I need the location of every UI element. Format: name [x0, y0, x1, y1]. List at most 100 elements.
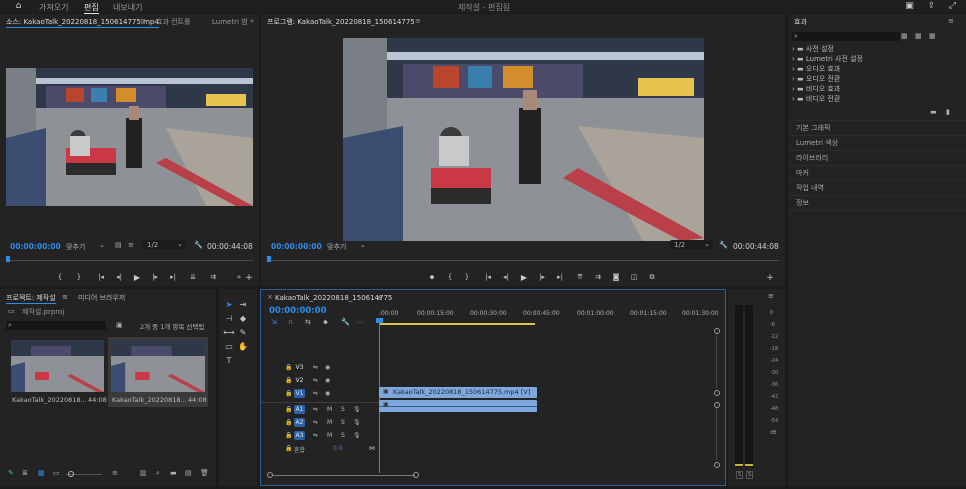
bin-thumbnail[interactable]	[111, 340, 205, 392]
timeline-close-icon[interactable]: ×	[267, 293, 273, 301]
lock-icon[interactable]: 🔒	[285, 432, 292, 439]
program-scrubber[interactable]	[269, 260, 779, 261]
timeline-playhead-head[interactable]	[376, 318, 383, 323]
program-tab-menu-icon[interactable]: ≡	[415, 17, 421, 25]
tab-lumetri-scopes[interactable]: Lumetri 범	[212, 17, 248, 27]
source-go-in-icon[interactable]: |◂	[96, 273, 106, 281]
timeline-tab-menu-icon[interactable]: ≡	[377, 294, 383, 302]
program-wrench-icon[interactable]: 🔧	[719, 241, 728, 249]
source-insert-icon[interactable]: ⇊	[188, 273, 198, 281]
track-label-a2[interactable]: A2	[294, 418, 305, 427]
nav-edit[interactable]: 편집	[84, 2, 99, 14]
lock-icon[interactable]: 🔒	[285, 364, 292, 371]
side-panel-lumetri-color[interactable]: Lumetri 색상	[788, 136, 966, 151]
source-timecode-in[interactable]: 00:00:00:00	[10, 242, 61, 251]
project-new-item-icon[interactable]: ▤	[185, 469, 192, 477]
source-more-icon[interactable]: »	[234, 273, 244, 281]
slip-tool-icon[interactable]: ⟷	[223, 327, 235, 339]
effects-accelerated-icon[interactable]: ▦	[901, 32, 908, 40]
side-panel-libraries[interactable]: 라이브러리	[788, 151, 966, 166]
project-automate-icon[interactable]: ▥	[140, 469, 147, 477]
sync-icon[interactable]: ⇋	[313, 377, 318, 384]
project-search-input[interactable]: ⌕	[6, 321, 106, 330]
project-icon-view-icon[interactable]: ▦	[38, 469, 45, 477]
nest-icon[interactable]: ⇲	[271, 318, 277, 326]
track-select-tool-icon[interactable]: ⇥	[237, 299, 249, 311]
source-fit-select[interactable]: 맞추기	[66, 242, 85, 252]
linked-selection-icon[interactable]: ⇆	[305, 318, 311, 326]
ripple-edit-tool-icon[interactable]: ⊣	[223, 313, 235, 325]
project-bin-icon[interactable]: ▣	[116, 321, 123, 329]
eye-icon[interactable]: ◉	[325, 377, 330, 384]
project-new-bin-icon[interactable]: ▬	[170, 469, 177, 477]
v-scroll-track[interactable]	[716, 408, 717, 462]
program-mark-in-icon[interactable]: {	[445, 273, 455, 281]
sync-icon[interactable]: ⇋	[313, 364, 318, 371]
timeline-settings-icon[interactable]: 🔧	[341, 318, 350, 326]
track-label-v1[interactable]: V1	[294, 389, 305, 398]
meter-solo-right[interactable]: S	[746, 471, 754, 479]
effects-item[interactable]: › ▬ 오디오 효과	[792, 64, 962, 74]
source-go-out-icon[interactable]: ▸|	[168, 273, 178, 281]
solo-icon[interactable]: S	[341, 432, 345, 439]
audio-clip[interactable]: ▣	[379, 400, 537, 412]
project-find-icon[interactable]: ⌕	[156, 469, 160, 478]
program-go-out-icon[interactable]: ▸|	[555, 273, 565, 281]
mute-icon[interactable]: M	[327, 432, 332, 439]
tab-overflow-icon[interactable]: »	[250, 17, 254, 25]
program-step-back-icon[interactable]: ◂|	[501, 273, 511, 281]
work-area-bar[interactable]	[379, 323, 535, 325]
effects-search-input[interactable]: ⌕	[792, 32, 900, 41]
mic-icon[interactable]: 🎙	[353, 406, 361, 413]
rectangle-tool-icon[interactable]: ▭	[223, 341, 235, 353]
track-divider[interactable]	[261, 402, 379, 403]
v-scroll-knob[interactable]	[714, 402, 720, 408]
effects-item[interactable]: › ▬ 비디오 전환	[792, 94, 962, 104]
source-menu-icon[interactable]: ≡	[128, 241, 134, 249]
video-clip[interactable]: ▣ KakaoTalk_20220818_150614775.mp4 [V]	[379, 387, 537, 398]
captions-icon[interactable]: ▭	[357, 318, 364, 326]
share-icon[interactable]: ⇪	[926, 1, 937, 12]
lock-icon[interactable]: 🔒	[285, 377, 292, 384]
program-video-frame[interactable]	[343, 38, 704, 241]
effects-yuv-icon[interactable]: ▦	[929, 32, 936, 40]
tab-effect-controls[interactable]: 효과 컨트롤	[156, 17, 190, 27]
program-proxy-icon[interactable]: ⧉	[647, 273, 657, 282]
project-freeform-icon[interactable]: ▭	[53, 469, 60, 477]
nav-export[interactable]: 내보내기	[113, 2, 142, 13]
v-scroll-knob[interactable]	[714, 328, 720, 334]
effects-item[interactable]: › ▬ 사전 설정	[792, 44, 962, 54]
project-tab-menu-icon[interactable]: ≡	[62, 293, 68, 301]
add-marker-icon[interactable]: ⬥	[323, 318, 328, 327]
source-settings-icon[interactable]: ▤	[115, 241, 122, 249]
solo-icon[interactable]: S	[341, 406, 345, 413]
project-trash-icon[interactable]: 🗑	[200, 469, 209, 477]
nav-import[interactable]: 가져오기	[39, 2, 68, 13]
pen-tool-icon[interactable]: ✎	[237, 327, 249, 339]
track-label-v3[interactable]: V3	[294, 363, 305, 372]
effects-menu-icon[interactable]: ≡	[948, 17, 954, 25]
tab-timeline-sequence[interactable]: KakaoTalk_20220818_150614775	[275, 294, 392, 302]
razor-tool-icon[interactable]: ◆	[237, 313, 249, 325]
source-playhead[interactable]	[6, 256, 10, 262]
program-step-forward-icon[interactable]: |▸	[537, 273, 547, 281]
source-overwrite-icon[interactable]: ⇉	[208, 273, 218, 281]
program-mark-out-icon[interactable]: }	[462, 273, 472, 281]
selection-tool-icon[interactable]: ➤	[223, 299, 235, 311]
program-fit-select[interactable]: 맞추기	[327, 242, 346, 252]
eye-icon[interactable]: ◉	[325, 390, 330, 397]
program-camera-icon[interactable]: ◙	[611, 273, 621, 281]
tab-project[interactable]: 프로젝트: 제작설	[6, 293, 56, 304]
track-label-v2[interactable]: V2	[294, 376, 305, 385]
side-panel-markers[interactable]: 마커	[788, 166, 966, 181]
v-scroll-knob[interactable]	[714, 390, 720, 396]
snap-icon[interactable]: ∩	[288, 318, 293, 326]
effects-item[interactable]: › ▬ Lumetri 사전 설정	[792, 54, 962, 64]
source-step-back-icon[interactable]: ◂|	[114, 273, 124, 281]
effects-new-bin-icon[interactable]: ▬	[930, 108, 937, 116]
h-scroll-knob[interactable]	[413, 472, 419, 478]
tab-source[interactable]: 소스: KakaoTalk_20220818_150614775.mp4	[6, 17, 159, 28]
lock-icon[interactable]: 🔒	[285, 390, 292, 397]
program-go-in-icon[interactable]: |◂	[483, 273, 493, 281]
effects-item[interactable]: › ▬ 비디오 효과	[792, 84, 962, 94]
